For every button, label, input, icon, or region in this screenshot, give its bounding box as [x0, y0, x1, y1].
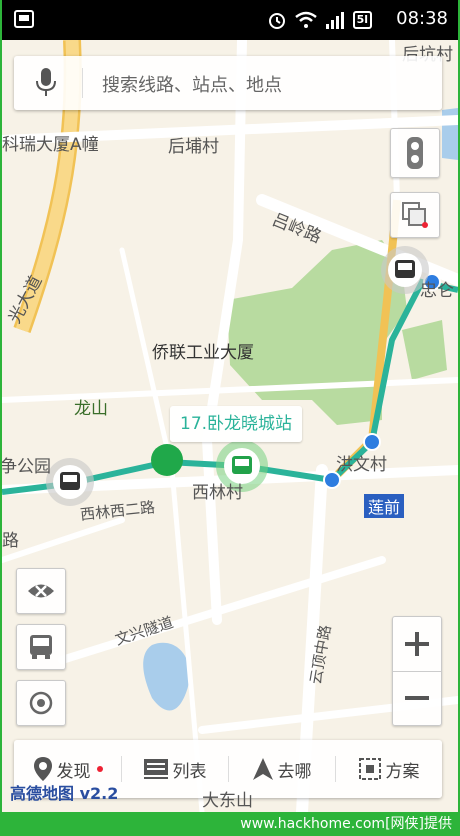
search-bar[interactable]: 搜索线路、站点、地点	[14, 56, 442, 110]
map-label: 大东山	[202, 791, 253, 811]
current-location-dot	[151, 444, 183, 476]
layers-button[interactable]	[390, 192, 440, 238]
status-icons: 5l	[267, 9, 372, 31]
network-type-badge: 5l	[352, 11, 372, 29]
map-label: 龙山	[74, 399, 108, 419]
map-label: 西林村	[192, 483, 243, 503]
clock: 08:38	[396, 8, 448, 29]
stop-dot	[363, 433, 381, 451]
map-label: 后埔村	[168, 137, 219, 157]
signal-icon	[325, 12, 344, 29]
discover-label: 发现	[56, 761, 91, 782]
zoom-controls	[392, 616, 442, 726]
plus-icon	[405, 631, 429, 656]
divider	[82, 68, 83, 98]
map-label: 争公园	[2, 457, 51, 477]
target-icon	[29, 691, 53, 715]
map-label: 洪文村	[336, 455, 387, 475]
alarm-icon	[268, 13, 285, 29]
eye-hide-icon	[28, 584, 54, 598]
plan-label: 方案	[385, 761, 420, 782]
map-label: 路	[2, 531, 19, 551]
lake	[143, 642, 190, 711]
map-label: 莲前	[364, 494, 405, 518]
plan-button[interactable]: 方案	[335, 740, 442, 798]
plan-icon	[358, 758, 381, 780]
layers-icon	[402, 202, 428, 228]
zoom-in-button[interactable]	[393, 617, 441, 672]
app-frame: 后坑村 科瑞大厦A幢 后埔村 吕岭路 忠仑 光大道 侨联工业大厦 龙山 洪文村 …	[2, 0, 458, 812]
search-input[interactable]: 搜索线路、站点、地点	[102, 71, 282, 97]
microphone-icon[interactable]	[36, 68, 56, 98]
wifi-icon	[294, 11, 317, 28]
map-label: 忠仑	[420, 281, 454, 301]
park-area-small	[402, 320, 447, 380]
traffic-button[interactable]	[390, 128, 440, 178]
minus-icon	[405, 696, 429, 701]
map-logo: 高德地图 v2.2	[10, 784, 119, 803]
watermark: www.hackhome.com[网侠]提供	[0, 812, 460, 836]
goto-label: 去哪	[277, 761, 312, 782]
bus-stop-marker-left	[46, 458, 94, 506]
list-label: 列表	[172, 761, 207, 782]
hide-button[interactable]	[16, 568, 66, 614]
traffic-light-icon	[407, 137, 423, 169]
notification-icon	[14, 10, 34, 28]
notification-dot	[96, 766, 103, 772]
bus-mode-button[interactable]	[16, 624, 66, 670]
locate-button[interactable]	[16, 680, 66, 726]
map-label: 科瑞大厦A幢	[2, 135, 99, 155]
status-bar: 5l 08:38	[2, 0, 458, 40]
zoom-out-button[interactable]	[393, 672, 441, 726]
poi-label[interactable]: 侨联工业大厦	[152, 338, 254, 363]
navigation-arrow-icon	[252, 758, 273, 780]
selected-stop-label[interactable]: 17.卧龙晓城站	[170, 406, 303, 442]
list-icon	[143, 759, 168, 779]
bus-icon	[30, 635, 52, 659]
location-pin-icon	[33, 757, 52, 781]
